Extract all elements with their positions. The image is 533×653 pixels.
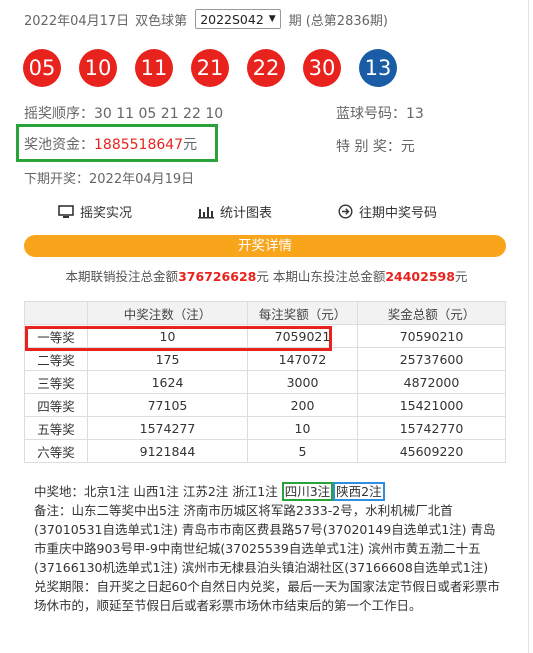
table-header-cell: 每注奖额（元） (247, 301, 358, 325)
jackpot: 奖池资金：1885518647元 (24, 134, 197, 154)
prize-level: 五等奖 (24, 416, 88, 440)
winner-regions: 中奖地：北京1注 山西1注 江苏2注 浙江1注 四川3注 陕西2注 (34, 482, 500, 501)
video-link-label: 摇奖实况 (80, 206, 133, 221)
next-draw: 下期开奖：2022年04月19日 (24, 172, 195, 187)
issue-select-value: 2022S042 (200, 11, 264, 27)
prize-total: 4872000 (357, 370, 506, 394)
claim-period: 兑奖期限：自开奖之日起60个自然日内兑奖，最后一天为国家法定节假日或者彩票市场休… (34, 579, 500, 613)
winning-numbers: 05 10 11 21 22 30 13 (23, 49, 397, 87)
red-ball: 30 (303, 49, 341, 87)
red-ball: 11 (135, 49, 173, 87)
notes: 中奖地：北京1注 山西1注 江苏2注 浙江1注 四川3注 陕西2注 备注：山东二等… (34, 482, 500, 615)
prize-total: 15742770 (357, 416, 506, 440)
prize-per-winner: 5 (247, 439, 358, 463)
jackpot-label: 奖池资金： (24, 137, 94, 153)
red-ball: 10 (79, 49, 117, 87)
blue-number: 蓝球号码：13 (336, 106, 424, 122)
prize-per-winner: 3000 (247, 370, 358, 394)
prize-level: 六等奖 (24, 439, 88, 463)
game-label: 双色球第 (135, 13, 188, 29)
prize-total: 70590210 (357, 324, 506, 348)
special-prize: 特 别 奖：元 (336, 139, 415, 155)
table-header-cell (24, 301, 88, 325)
table-row: 五等奖 1574277 10 15742770 (24, 416, 506, 440)
sales-suffix: 元 (454, 269, 468, 284)
winner-count: 77105 (87, 393, 248, 417)
table-header-cell: 中奖注数（注） (87, 301, 248, 325)
jackpot-unit: 元 (183, 137, 198, 153)
detail-bar[interactable]: 开奖详情 (24, 235, 506, 257)
national-sales: 376726628 (178, 269, 257, 284)
prize-per-winner: 10 (247, 416, 358, 440)
winner-regions-text: 中奖地：北京1注 山西1注 江苏2注 浙江1注 (34, 484, 278, 499)
video-link[interactable]: 摇奖实况 (58, 202, 132, 221)
panel-border (528, 0, 529, 653)
remark: 备注：山东二等奖中出5注 济南市历城区将军路2333-2号，水利机械厂北首(37… (34, 503, 496, 575)
local-sales: 24402598 (385, 269, 455, 284)
jackpot-value: 1885518647 (94, 137, 184, 153)
chart-link[interactable]: 统计图表 (198, 202, 272, 221)
issue-suffix: 期 (288, 13, 302, 29)
table-row: 六等奖 9121844 5 45609220 (24, 439, 506, 463)
first-prize-highlight (25, 326, 332, 351)
action-links: 摇奖实况 统计图表 往期中奖号码 (0, 202, 533, 224)
prize-level: 四等奖 (24, 393, 88, 417)
red-ball: 05 (23, 49, 61, 87)
chart-link-label: 统计图表 (220, 206, 273, 221)
history-link-label: 往期中奖号码 (359, 206, 438, 221)
issue-select[interactable]: 2022S042 ▼ (195, 9, 281, 29)
winner-count: 9121844 (87, 439, 248, 463)
shaanxi-winners: 陕西2注 (333, 482, 385, 501)
arrow-circle-icon (338, 204, 353, 219)
sales-mid: 元 本期山东投注总金额 (256, 269, 386, 284)
sales-prefix: 本期联销投注总金额 (65, 269, 179, 284)
table-header: 中奖注数（注） 每注奖额（元） 奖金总额（元） (24, 301, 506, 325)
winner-count: 1624 (87, 370, 248, 394)
table-row: 四等奖 77105 200 15421000 (24, 393, 506, 417)
table-row: 三等奖 1624 3000 4872000 (24, 370, 506, 394)
prize-total: 45609220 (357, 439, 506, 463)
draw-order: 摇奖顺序：30 11 05 21 22 10 (24, 106, 224, 122)
red-ball: 22 (247, 49, 285, 87)
total-issue: (总第2836期) (305, 13, 388, 29)
prize-total: 15421000 (357, 393, 506, 417)
winner-count: 1574277 (87, 416, 248, 440)
blue-ball: 13 (359, 49, 397, 87)
table-header-cell: 奖金总额（元） (357, 301, 506, 325)
prize-level: 三等奖 (24, 370, 88, 394)
prize-total: 25737600 (357, 347, 506, 371)
issue-header: 2022年04月17日 双色球第 2022S042 ▼ 期 (总第2836期) (24, 8, 388, 30)
prize-per-winner: 200 (247, 393, 358, 417)
history-link[interactable]: 往期中奖号码 (338, 202, 437, 221)
sichuan-winners: 四川3注 (281, 482, 334, 501)
bar-chart-icon (198, 205, 214, 219)
sales-summary: 本期联销投注总金额376726628元 本期山东投注总金额24402598元 (0, 266, 533, 285)
draw-date: 2022年04月17日 (24, 13, 130, 29)
chevron-down-icon: ▼ (268, 14, 276, 24)
red-ball: 21 (191, 49, 229, 87)
monitor-icon (58, 204, 74, 219)
